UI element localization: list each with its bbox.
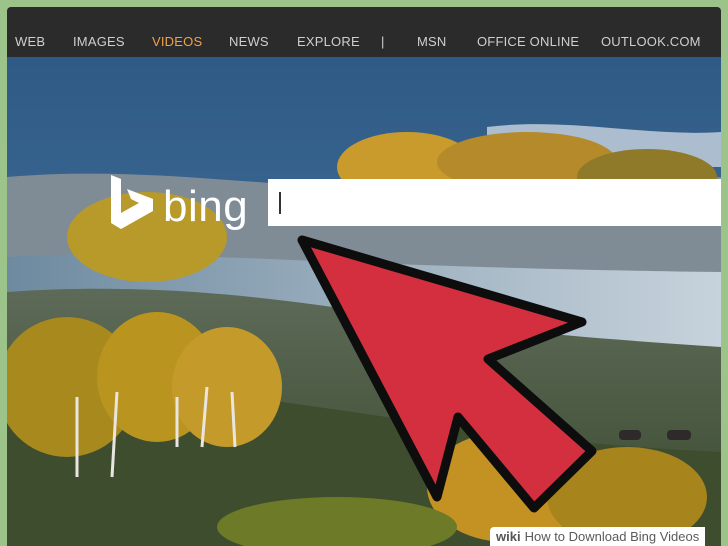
- nav-item-explore[interactable]: EXPLORE: [297, 34, 360, 49]
- wikihow-watermark: wiki How to Download Bing Videos: [490, 527, 706, 546]
- search-input[interactable]: [268, 179, 721, 226]
- watermark-brand: wiki: [496, 529, 521, 544]
- nav-item-outlook[interactable]: OUTLOOK.COM: [601, 34, 701, 49]
- nav-separator: |: [381, 34, 385, 49]
- text-cursor: [279, 192, 281, 214]
- watermark-title: How to Download Bing Videos: [524, 529, 700, 544]
- bing-logo-text: bing: [163, 182, 249, 231]
- nav-item-office-online[interactable]: OFFICE ONLINE: [477, 34, 579, 49]
- nav-item-msn[interactable]: MSN: [417, 34, 447, 49]
- nav-item-images[interactable]: IMAGES: [73, 34, 125, 49]
- illustration-frame: WEB IMAGES VIDEOS NEWS EXPLORE | MSN OFF…: [0, 0, 728, 546]
- top-navigation-bar: WEB IMAGES VIDEOS NEWS EXPLORE | MSN OFF…: [7, 7, 721, 57]
- background-landscape-image: [7, 57, 721, 546]
- browser-screen: WEB IMAGES VIDEOS NEWS EXPLORE | MSN OFF…: [7, 7, 721, 546]
- nav-item-web[interactable]: WEB: [15, 34, 45, 49]
- nav-item-news[interactable]: NEWS: [229, 34, 269, 49]
- nav-item-videos[interactable]: VIDEOS: [152, 34, 202, 49]
